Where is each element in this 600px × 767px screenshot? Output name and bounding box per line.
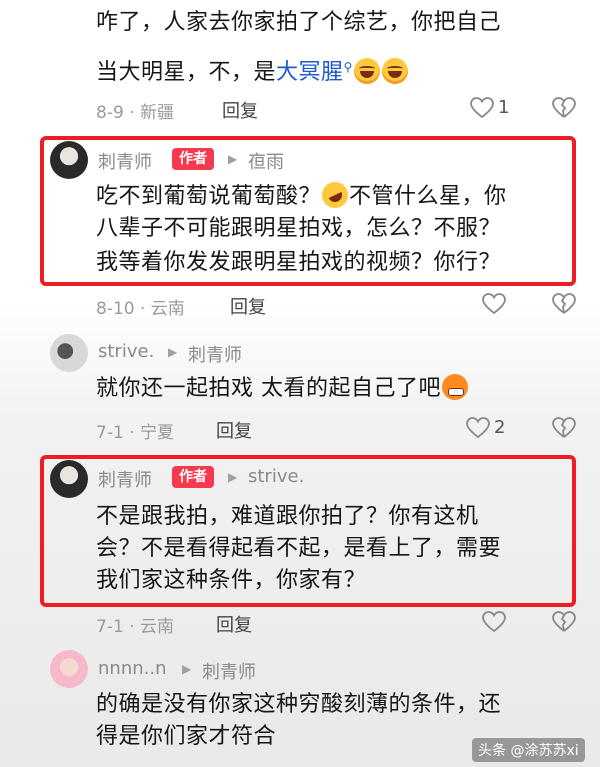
comment-text-line: 的确是没有你家这种穷酸刻薄的条件，还 bbox=[96, 692, 502, 717]
comment-text: 当大明星，不，是 bbox=[96, 60, 277, 85]
comment-text-line: 我们家这种条件，你家有？ bbox=[96, 568, 367, 593]
reply-to-name[interactable]: 刺青师 bbox=[202, 658, 256, 684]
heart-icon[interactable] bbox=[482, 293, 506, 315]
reply-arrow-icon: ▶ bbox=[182, 662, 192, 676]
comment-meta: 7-1 · 云南 bbox=[96, 617, 174, 637]
avatar[interactable] bbox=[50, 334, 88, 372]
author-name[interactable]: 刺青师 bbox=[98, 148, 152, 174]
comment-meta: 7-1 · 宁夏 bbox=[96, 423, 174, 443]
reply-to-name[interactable]: 亱雨 bbox=[248, 148, 284, 174]
reply-arrow-icon: ▶ bbox=[228, 470, 238, 484]
reply-button[interactable]: 回复 bbox=[216, 611, 252, 637]
dislike-icon[interactable] bbox=[552, 611, 576, 633]
rolling-laugh-emoji bbox=[317, 177, 353, 213]
reply-button[interactable]: 回复 bbox=[230, 293, 266, 319]
laugh-tears-emoji bbox=[381, 58, 408, 84]
heart-icon[interactable] bbox=[470, 97, 494, 119]
comment-text-line: 咋了，人家去你家拍了个综艺，你把自己 bbox=[96, 10, 502, 35]
dislike-icon[interactable] bbox=[552, 293, 576, 315]
avatar[interactable] bbox=[50, 650, 88, 688]
search-icon[interactable]: ⚲ bbox=[344, 60, 353, 74]
comment-text-line: 八辈子不可能跟明星拍戏，怎么？不服？ bbox=[96, 216, 502, 241]
comment-text-line: 我等着你发发跟明星拍戏的视频？你行？ bbox=[96, 250, 502, 275]
reply-arrow-icon: ▶ bbox=[228, 152, 238, 166]
comment-text-line: 当大明星，不，是大冥腥⚲ bbox=[96, 50, 409, 90]
dislike-icon[interactable] bbox=[552, 97, 576, 119]
reply-button[interactable]: 回复 bbox=[216, 417, 252, 443]
author-badge: 作者 bbox=[172, 466, 214, 488]
avatar[interactable] bbox=[50, 141, 88, 179]
author-name[interactable]: strive. bbox=[98, 341, 154, 362]
heart-icon[interactable] bbox=[482, 611, 506, 633]
author-name[interactable]: nnnn..n bbox=[98, 658, 166, 679]
reply-button[interactable]: 回复 bbox=[222, 97, 258, 123]
laugh-tears-emoji bbox=[353, 58, 380, 84]
like-count: 1 bbox=[498, 97, 510, 118]
watermark: 头条 @涂苏苏xi bbox=[472, 738, 585, 762]
author-badge: 作者 bbox=[172, 148, 214, 170]
comment-text-line: 会？不是看得起看不起，是看上了，需要 bbox=[96, 536, 502, 561]
dislike-icon[interactable] bbox=[552, 417, 576, 439]
avatar[interactable] bbox=[50, 460, 88, 498]
comment-meta: 8-9 · 新疆 bbox=[96, 103, 174, 123]
comment-text-line: 就你还一起拍戏 太看的起自己了吧 bbox=[96, 372, 469, 406]
search-link[interactable]: 大冥腥 bbox=[276, 60, 344, 85]
heart-icon[interactable] bbox=[466, 417, 490, 439]
comment-text-line: 得是你们家才符合 bbox=[96, 724, 277, 749]
reply-to-name[interactable]: strive. bbox=[248, 466, 304, 487]
comment-text-line: 不是跟我拍，难道跟你拍了？你有这机 bbox=[96, 504, 479, 529]
reply-to-name[interactable]: 刺青师 bbox=[188, 341, 242, 367]
reply-arrow-icon: ▶ bbox=[168, 345, 178, 359]
author-name[interactable]: 刺青师 bbox=[98, 466, 152, 492]
comment-meta: 8-10 · 云南 bbox=[96, 299, 185, 319]
like-count: 2 bbox=[494, 417, 506, 438]
comment-text-line: 吃不到葡萄说葡萄酸？ 不管什么星，你 bbox=[96, 177, 507, 214]
angry-emoji bbox=[442, 374, 468, 400]
